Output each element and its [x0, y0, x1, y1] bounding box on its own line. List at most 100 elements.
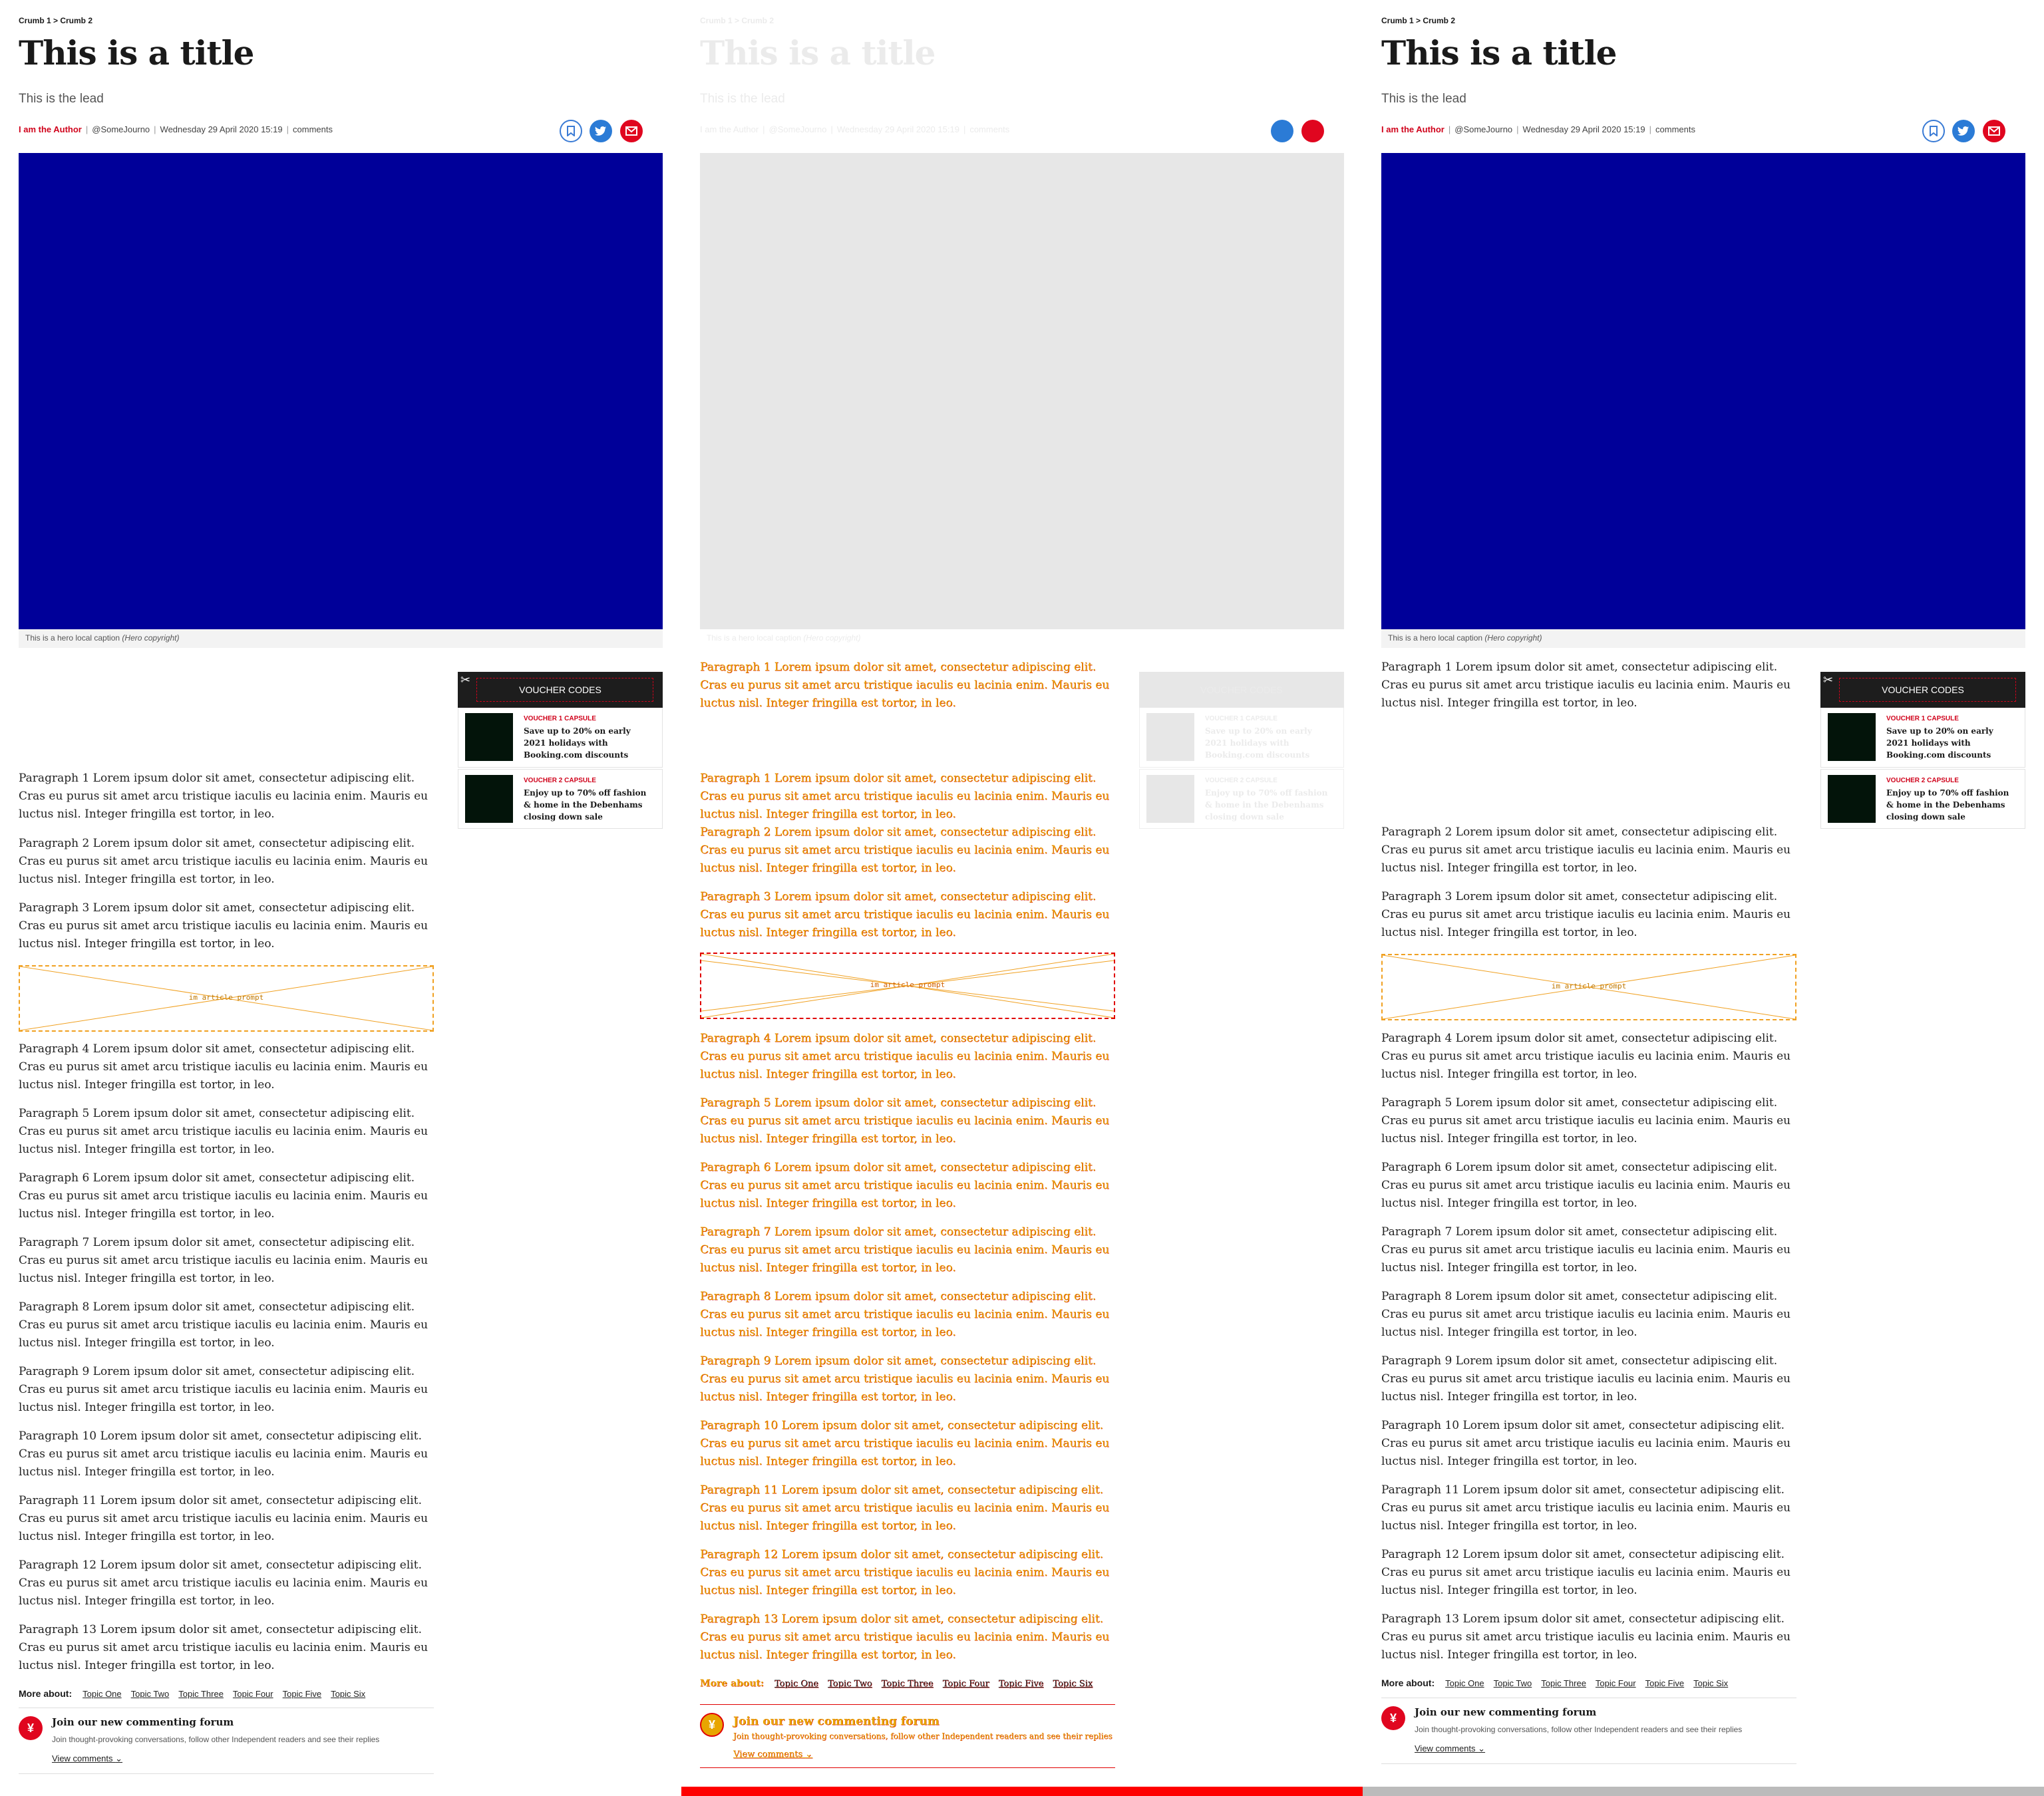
view-comments-link[interactable]: View comments ⌄ — [52, 1753, 122, 1764]
voucher-header[interactable]: ✂ VOUCHER CODES — [458, 672, 663, 708]
article-view-debug: Crumb 1 > Crumb 2 This is a title This i… — [681, 0, 1363, 1796]
voucher-text: Enjoy up to 70% off fashion & home in th… — [1205, 788, 1328, 822]
topic-link[interactable]: Topic Three — [178, 1689, 224, 1699]
email-share-button[interactable] — [620, 120, 643, 142]
email-icon — [625, 126, 637, 136]
article-paragraph: Paragraph 5 Lorem ipsum dolor sit amet, … — [19, 1107, 428, 1156]
view-comments-link: View comments ⌄ — [733, 1750, 812, 1759]
twitter-icon — [595, 126, 606, 136]
topic-link[interactable]: Topic Four — [233, 1689, 273, 1699]
independent-eagle-icon: ¥ — [1381, 1706, 1405, 1730]
more-about: More about: Topic One Topic Two Topic Three… — [700, 1675, 1102, 1693]
prompt-label: im article prompt — [188, 993, 264, 1002]
topic-link: Topic Two — [828, 1679, 872, 1689]
comments-link[interactable]: comments — [1655, 124, 1695, 134]
chevron-down-icon: ⌄ — [115, 1753, 123, 1763]
hero-caption-text: This is a hero local caption — [707, 633, 802, 643]
article-paragraph: Paragraph 1 Lorem ipsum dolor sit amet, … — [1381, 661, 1791, 710]
topic-link: Topic Four — [942, 1679, 989, 1689]
author-handle: @SomeJourno — [768, 124, 827, 134]
debug-paragraph: Paragraph 2 Lorem ipsum dolor sit amet, … — [700, 825, 1110, 875]
comments-link[interactable]: comments — [293, 124, 333, 134]
voucher-text: Save up to 20% on early 2021 holidays wi… — [1205, 726, 1312, 760]
view-comments-label: View comments — [733, 1749, 802, 1759]
twitter-icon — [1958, 126, 1969, 136]
byline: I am the Author | @SomeJourno | Wednesday 29… — [1381, 124, 1695, 134]
email-icon — [1988, 126, 2000, 136]
topic-link[interactable]: Topic Two — [1494, 1678, 1532, 1688]
article-paragraph: Paragraph 13 Lorem ipsum dolor sit amet,… — [19, 1623, 428, 1672]
more-about: More about: Topic One Topic Two Topic Three… — [19, 1688, 375, 1699]
topic-link[interactable]: Topic One — [1445, 1678, 1484, 1688]
prompt-label: im article prompt — [1551, 982, 1627, 990]
article-paragraph: Paragraph 6 Lorem ipsum dolor sit amet, … — [19, 1171, 428, 1221]
hero-caption-text: This is a hero local caption — [1388, 633, 1483, 643]
topic-link[interactable]: Topic Three — [1541, 1678, 1586, 1688]
voucher-codes-widget: ✂ VOUCHER CODES VOUCHER 1 CAPSULE Save up… — [1820, 672, 2025, 829]
email-share-button[interactable] — [1983, 120, 2005, 142]
bookmark-button[interactable] — [1922, 120, 1945, 142]
independent-eagle-icon: ¥ — [19, 1716, 43, 1740]
article-paragraph: Paragraph 11 Lorem ipsum dolor sit amet,… — [19, 1494, 428, 1543]
voucher-item[interactable]: VOUCHER 1 CAPSULE Save up to 20% on early… — [1820, 708, 2025, 768]
voucher-item[interactable]: VOUCHER 1 CAPSULE Save up to 20% on early… — [458, 708, 663, 768]
topic-link[interactable]: Topic Five — [1645, 1678, 1685, 1688]
bookmark-icon — [567, 126, 575, 136]
author-link[interactable]: I am the Author — [1381, 124, 1445, 134]
topic-link[interactable]: Topic One — [83, 1689, 122, 1699]
author-link: I am the Author — [700, 124, 759, 134]
debug-paragraph: Paragraph 12 Lorem ipsum dolor sit amet,… — [700, 1548, 1110, 1597]
author-handle[interactable]: @SomeJourno — [92, 124, 150, 134]
comments-link: comments — [969, 124, 1010, 134]
hero-caption: This is a hero local caption (Hero copyr… — [700, 629, 1344, 648]
voucher-item[interactable]: VOUCHER 2 CAPSULE Enjoy up to 70% off fas… — [1820, 769, 2025, 829]
debug-paragraph: Paragraph 8 Lorem ipsum dolor sit amet, … — [700, 1290, 1110, 1339]
voucher-item[interactable]: VOUCHER 2 CAPSULE Enjoy up to 70% off fas… — [458, 769, 663, 829]
voucher-thumbnail — [465, 713, 513, 761]
view-comments-label: View comments — [1415, 1743, 1476, 1753]
hero-caption: This is a hero local caption (Hero copyr… — [1381, 629, 2025, 648]
article-paragraph: Paragraph 2 Lorem ipsum dolor sit amet, … — [1381, 825, 1791, 875]
voucher-thumbnail — [1146, 775, 1194, 823]
bookmark-button[interactable] — [560, 120, 582, 142]
independent-eagle-icon: ¥ — [700, 1713, 724, 1737]
topic-link: Topic Five — [998, 1679, 1044, 1689]
topic-link[interactable]: Topic Four — [1596, 1678, 1636, 1688]
debug-paragraph: Paragraph 13 Lorem ipsum dolor sit amet,… — [700, 1612, 1110, 1662]
article-paragraph: Paragraph 12 Lorem ipsum dolor sit amet,… — [19, 1559, 428, 1608]
breadcrumb[interactable]: Crumb 1 > Crumb 2 — [1381, 16, 1455, 25]
hero-image-placeholder — [700, 153, 1344, 629]
breadcrumb[interactable]: Crumb 1 > Crumb 2 — [19, 16, 92, 25]
more-about: More about: Topic One Topic Two Topic Three… — [1381, 1678, 1737, 1688]
twitter-share-button — [1271, 120, 1293, 142]
voucher-header[interactable]: ✂ VOUCHER CODES — [1820, 672, 2025, 708]
voucher-thumbnail — [1828, 713, 1876, 761]
twitter-share-button[interactable] — [590, 120, 612, 142]
debug-paragraph: Paragraph 5 Lorem ipsum dolor sit amet, … — [700, 1096, 1110, 1145]
more-about-label: More about: — [19, 1688, 73, 1699]
article-paragraph: Paragraph 7 Lorem ipsum dolor sit amet, … — [1381, 1225, 1791, 1274]
topic-link[interactable]: Topic Six — [331, 1689, 365, 1699]
publish-date: Wednesday 29 April 2020 15:19 — [1522, 124, 1645, 134]
author-link[interactable]: I am the Author — [19, 124, 82, 134]
article-paragraph: Paragraph 11 Lorem ipsum dolor sit amet,… — [1381, 1483, 1791, 1533]
email-share-button — [1301, 120, 1324, 142]
topic-link: Topic Three — [881, 1679, 934, 1689]
voucher-text: Save up to 20% on early 2021 holidays wi… — [524, 726, 631, 760]
voucher-heading: VOUCHER CODES — [1200, 684, 1283, 695]
prompt-label: im article prompt — [870, 980, 945, 989]
article-paragraph: Paragraph 10 Lorem ipsum dolor sit amet,… — [19, 1429, 428, 1479]
view-comments-link[interactable]: View comments ⌄ — [1415, 1743, 1485, 1754]
topic-link[interactable]: Topic Five — [283, 1689, 322, 1699]
author-handle[interactable]: @SomeJourno — [1454, 124, 1512, 134]
topic-link: Topic One — [774, 1679, 819, 1689]
article-prompt-placeholder: im article prompt — [19, 965, 434, 1032]
page-title: This is a title — [700, 33, 936, 73]
article-paragraph: Paragraph 5 Lorem ipsum dolor sit amet, … — [1381, 1096, 1791, 1145]
hero-copyright: (Hero copyright) — [1484, 633, 1542, 643]
topic-link[interactable]: Topic Six — [1693, 1678, 1728, 1688]
voucher-item: VOUCHER 1 CAPSULE Save up to 20% on early… — [1139, 708, 1344, 768]
twitter-share-button[interactable] — [1952, 120, 1975, 142]
voucher-capsule: VOUCHER 2 CAPSULE — [524, 777, 596, 784]
topic-link[interactable]: Topic Two — [131, 1689, 170, 1699]
